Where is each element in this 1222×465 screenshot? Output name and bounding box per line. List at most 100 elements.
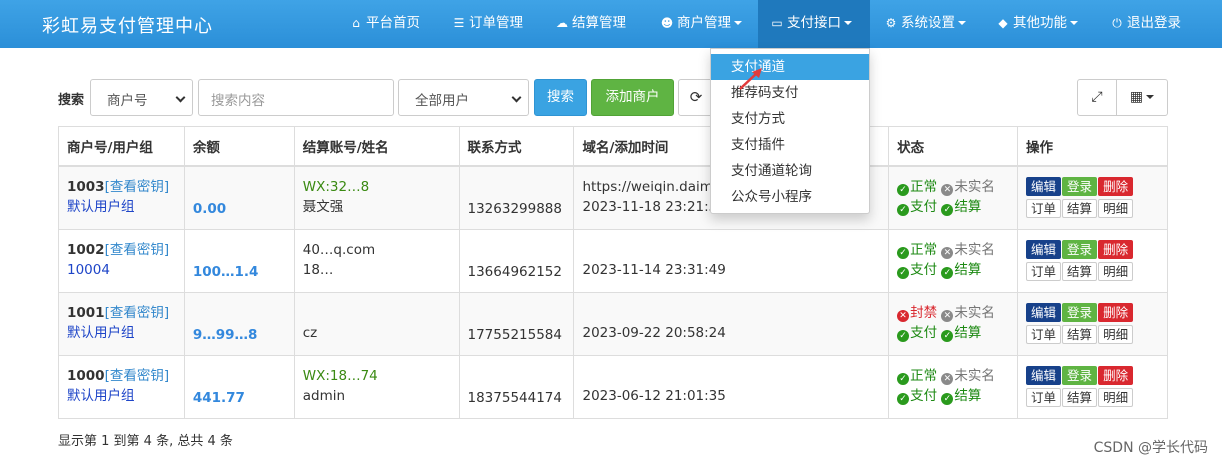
menu-item-payment-method[interactable]: 支付方式 (711, 106, 869, 132)
menu-item-payment-plugin[interactable]: 支付插件 (711, 132, 869, 158)
detail-button[interactable]: 明细 (1098, 388, 1134, 407)
detail-button[interactable]: 明细 (1098, 199, 1134, 218)
added-time: 2023-06-12 21:01:35 (582, 388, 726, 404)
search-button[interactable]: 搜索 (534, 79, 587, 116)
nav-settlement[interactable]: ☁ 结算管理 (555, 0, 626, 48)
edit-button[interactable]: 编辑 (1026, 240, 1062, 259)
search-input[interactable]: 搜索内容 (198, 79, 394, 116)
settle-status[interactable]: ✓ 结算 (941, 325, 981, 342)
user-group-link[interactable]: 10004 (67, 262, 110, 278)
pay-text: 支付 (910, 325, 938, 341)
field-select[interactable]: 商户号 (90, 79, 193, 116)
settle-status[interactable]: ✓ 结算 (941, 388, 981, 405)
col-header-merchant[interactable]: 商户号/用户组 (58, 126, 185, 167)
menu-item-payment-channel[interactable]: 支付通道 (711, 54, 869, 80)
balance-value[interactable]: 100…1.4 (193, 264, 259, 280)
balance-value[interactable]: 441.77 (193, 390, 245, 406)
login-button[interactable]: 登录 (1062, 240, 1098, 259)
nav-home-label: 平台首页 (366, 15, 420, 31)
settle-status[interactable]: ✓ 结算 (941, 262, 981, 279)
contact-phone: 13263299888 (467, 201, 562, 217)
settlement-button[interactable]: 结算 (1062, 199, 1098, 218)
orders-button[interactable]: 订单 (1026, 262, 1062, 281)
refresh-button[interactable]: ⟳ (678, 79, 714, 116)
delete-button[interactable]: 删除 (1098, 366, 1134, 385)
login-button[interactable]: 登录 (1062, 303, 1098, 322)
detail-button[interactable]: 明细 (1098, 325, 1134, 344)
cell-account: WX:32…8 聂文强 (293, 165, 460, 230)
status-text: 正常 (910, 179, 938, 195)
add-merchant-button[interactable]: 添加商户 (591, 79, 674, 116)
col-header-actions[interactable]: 操作 (1017, 126, 1168, 167)
account-status[interactable]: ✓ 正常 (897, 242, 937, 259)
nav-other-functions[interactable]: ◆ 其他功能 (996, 0, 1078, 48)
delete-button[interactable]: 删除 (1098, 240, 1134, 259)
settlement-button[interactable]: 结算 (1062, 262, 1098, 281)
account-status[interactable]: ✕ 封禁 (897, 305, 937, 322)
settle-name: cz (302, 325, 318, 341)
detail-button[interactable]: 明细 (1098, 262, 1134, 281)
nav-orders[interactable]: ☰ 订单管理 (452, 0, 523, 48)
menu-item-referral-pay[interactable]: 推荐码支付 (711, 80, 869, 106)
col-header-account[interactable]: 结算账号/姓名 (293, 126, 460, 167)
columns-button[interactable]: ▦ (1116, 79, 1168, 116)
login-button[interactable]: 登录 (1062, 366, 1098, 385)
nav-logout[interactable]: ⏻ 退出登录 (1110, 0, 1181, 48)
col-header-balance[interactable]: 余额 (183, 126, 295, 167)
balance-value[interactable]: 9…99…8 (193, 327, 258, 343)
pay-text: 支付 (910, 388, 938, 404)
settle-status[interactable]: ✓ 结算 (941, 199, 981, 216)
pay-status[interactable]: ✓ 支付 (897, 388, 938, 405)
cell-merchant: 1000[查看密钥] 默认用户组 (58, 355, 185, 419)
x-circle-icon: ✕ (897, 310, 910, 322)
added-time: 2023-11-18 23:21:57 (582, 199, 726, 215)
settlement-button[interactable]: 结算 (1062, 325, 1098, 344)
orders-button[interactable]: 订单 (1026, 325, 1062, 344)
user-group-link[interactable]: 默认用户组 (67, 199, 135, 215)
caret-down-icon (1146, 95, 1155, 99)
fullscreen-button[interactable]: ⤢ (1077, 79, 1117, 116)
user-icon: ☻ (660, 16, 674, 30)
nav-system-settings[interactable]: ⚙ 系统设置 (884, 0, 966, 48)
verify-status[interactable]: ✕ 未实名 (941, 242, 995, 259)
login-button[interactable]: 登录 (1062, 177, 1098, 196)
verify-status[interactable]: ✕ 未实名 (941, 305, 995, 322)
delete-button[interactable]: 删除 (1098, 303, 1134, 322)
merchant-id: 1003 (67, 179, 105, 195)
brand-title[interactable]: 彩虹易支付管理中心 (42, 12, 213, 38)
col-header-status[interactable]: 状态 (888, 126, 1019, 167)
orders-button[interactable]: 订单 (1026, 199, 1062, 218)
settlement-button[interactable]: 结算 (1062, 388, 1098, 407)
account-status[interactable]: ✓ 正常 (897, 368, 937, 385)
pay-status[interactable]: ✓ 支付 (897, 199, 937, 216)
edit-button[interactable]: 编辑 (1026, 303, 1062, 322)
user-group-link[interactable]: 默认用户组 (67, 388, 135, 404)
user-group-link[interactable]: 默认用户组 (67, 325, 135, 341)
menu-item-channel-polling[interactable]: 支付通道轮询 (711, 158, 869, 184)
col-header-contact[interactable]: 联系方式 (458, 126, 575, 167)
delete-button[interactable]: 删除 (1098, 177, 1134, 196)
pay-status[interactable]: ✓ 支付 (897, 325, 938, 342)
account-status[interactable]: ✓ 正常 (897, 179, 938, 196)
edit-button[interactable]: 编辑 (1026, 177, 1062, 196)
view-key-link[interactable]: [查看密钥] (105, 305, 170, 321)
edit-button[interactable]: 编辑 (1026, 366, 1062, 385)
verify-status[interactable]: ✕ 未实名 (941, 179, 995, 196)
pay-status[interactable]: ✓ 支付 (897, 262, 937, 279)
balance-value[interactable]: 0.00 (193, 201, 226, 217)
check-circle-icon: ✓ (897, 267, 910, 279)
view-key-link[interactable]: [查看密钥] (105, 242, 170, 258)
nav-payment-interface[interactable]: ▭ 支付接口 (758, 0, 870, 48)
view-key-link[interactable]: [查看密钥] (105, 179, 170, 195)
cell-status: ✓ 正常 ✕ 未实名 ✓ 支付 ✓ 结算 (888, 229, 1019, 293)
view-key-link[interactable]: [查看密钥] (105, 368, 170, 384)
added-time: 2023-11-14 23:31:49 (582, 262, 726, 278)
user-filter-select[interactable]: 全部用户 (398, 79, 529, 116)
table-header-row: 商户号/用户组 余额 结算账号/姓名 联系方式 域名/添加时间 状态 操作 (58, 126, 1168, 167)
menu-item-mini-program[interactable]: 公众号小程序 (711, 184, 869, 210)
orders-button[interactable]: 订单 (1026, 388, 1062, 407)
verify-status[interactable]: ✕ 未实名 (941, 368, 995, 385)
nav-merchants[interactable]: ☻ 商户管理 (646, 0, 758, 48)
nav-home[interactable]: ⌂ 平台首页 (349, 0, 420, 48)
cell-account: 40…q.com 18… (293, 229, 460, 293)
